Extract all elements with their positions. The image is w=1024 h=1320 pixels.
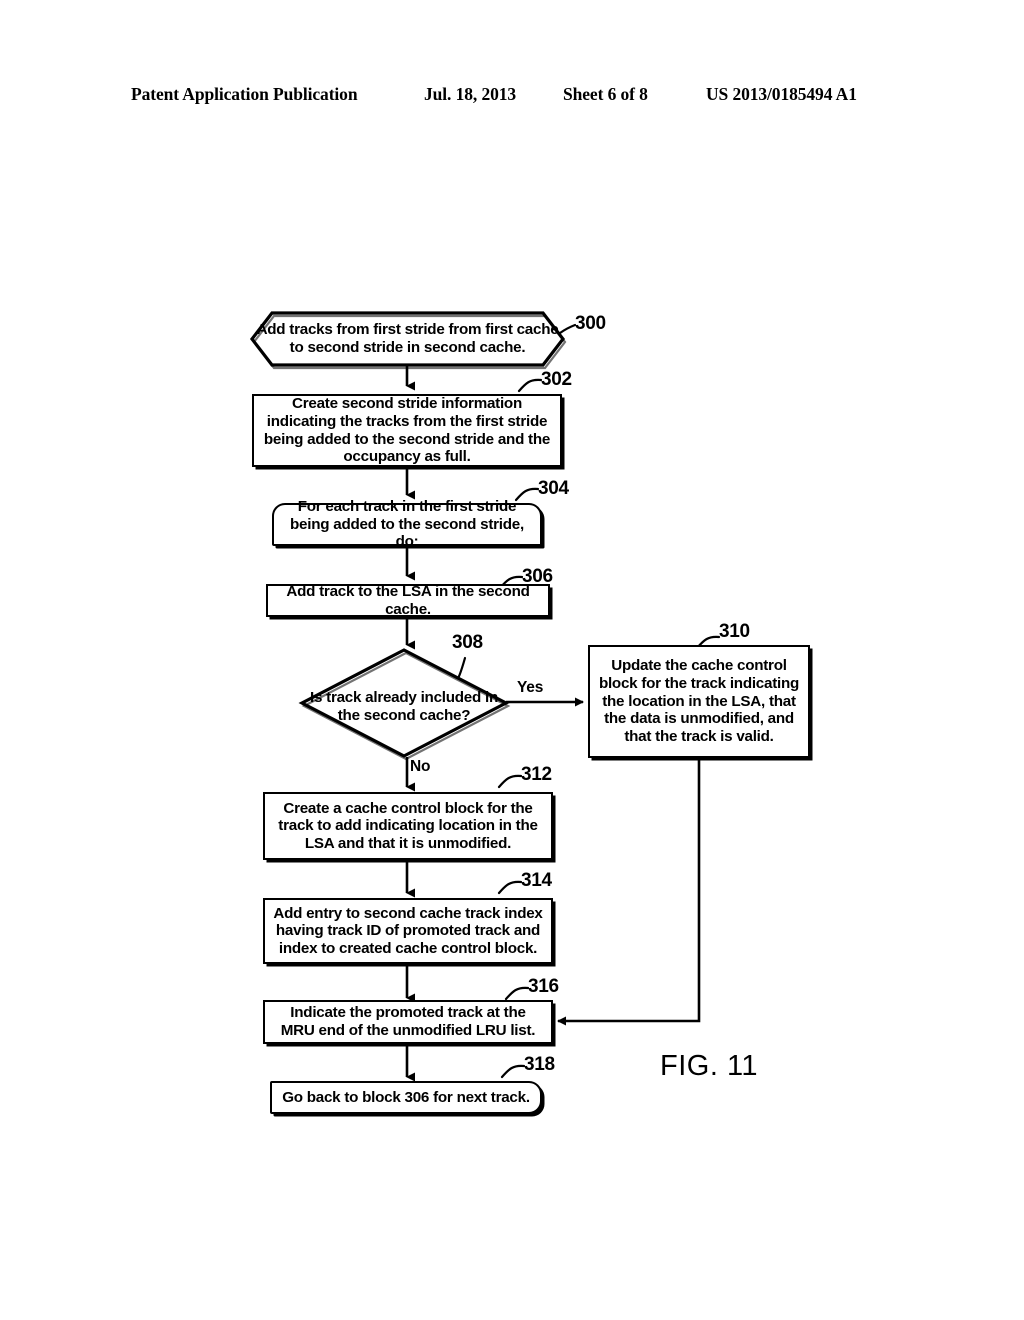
flowchart-diagram: Add tracks from first stride from first …: [0, 0, 1024, 1320]
flow-node-316[interactable]: Indicate the promoted track at the MRU e…: [263, 1000, 553, 1044]
flow-node-308[interactable]: Is track already included in the second …: [298, 648, 511, 761]
branch-label-yes: Yes: [517, 679, 544, 696]
flow-node-310[interactable]: Update the cache control block for the t…: [588, 645, 810, 758]
branch-label-no: No: [410, 758, 431, 775]
flow-node-314-label: Add entry to second cache track index ha…: [273, 904, 543, 957]
flow-node-306[interactable]: Add track to the LSA in the second cache…: [266, 582, 550, 618]
flow-node-300[interactable]: Add tracks from first stride from first …: [249, 311, 567, 370]
ref-numeral-318: 318: [524, 1054, 555, 1075]
flow-node-314[interactable]: Add entry to second cache track index ha…: [263, 898, 553, 964]
flow-node-304[interactable]: For each track in the first stride being…: [272, 498, 542, 550]
ref-numeral-302: 302: [541, 369, 572, 390]
flow-node-300-label: Add tracks from first stride from first …: [256, 321, 559, 356]
flow-node-306-label: Add track to the LSA in the second cache…: [286, 582, 530, 618]
flow-node-302[interactable]: Create second stride information indicat…: [252, 394, 562, 467]
ref-numeral-308: 308: [452, 632, 483, 653]
ref-numeral-310: 310: [719, 621, 750, 642]
ref-numeral-312: 312: [521, 764, 552, 785]
flow-node-318[interactable]: Go back to block 306 for next track.: [270, 1081, 542, 1114]
ref-numeral-300: 300: [575, 313, 606, 334]
ref-numeral-314: 314: [521, 870, 552, 891]
flow-node-312-label: Create a cache control block for the tra…: [278, 799, 538, 852]
flow-node-308-label: Is track already included in the second …: [310, 689, 498, 724]
flow-node-316-label: Indicate the promoted track at the MRU e…: [280, 1004, 536, 1039]
flowchart-connectors: [405, 323, 721, 1082]
ref-numeral-304: 304: [538, 478, 569, 499]
figure-caption: FIG. 11: [660, 1050, 759, 1082]
flow-node-318-label: Go back to block 306 for next track.: [282, 1088, 530, 1106]
ref-numeral-306: 306: [522, 566, 553, 587]
flow-node-312[interactable]: Create a cache control block for the tra…: [263, 792, 553, 860]
flow-node-302-label: Create second stride information indicat…: [263, 395, 551, 466]
ref-numeral-316: 316: [528, 976, 559, 997]
flow-node-304-label: For each track in the first stride being…: [290, 498, 524, 551]
flow-node-310-label: Update the cache control block for the t…: [598, 657, 800, 745]
